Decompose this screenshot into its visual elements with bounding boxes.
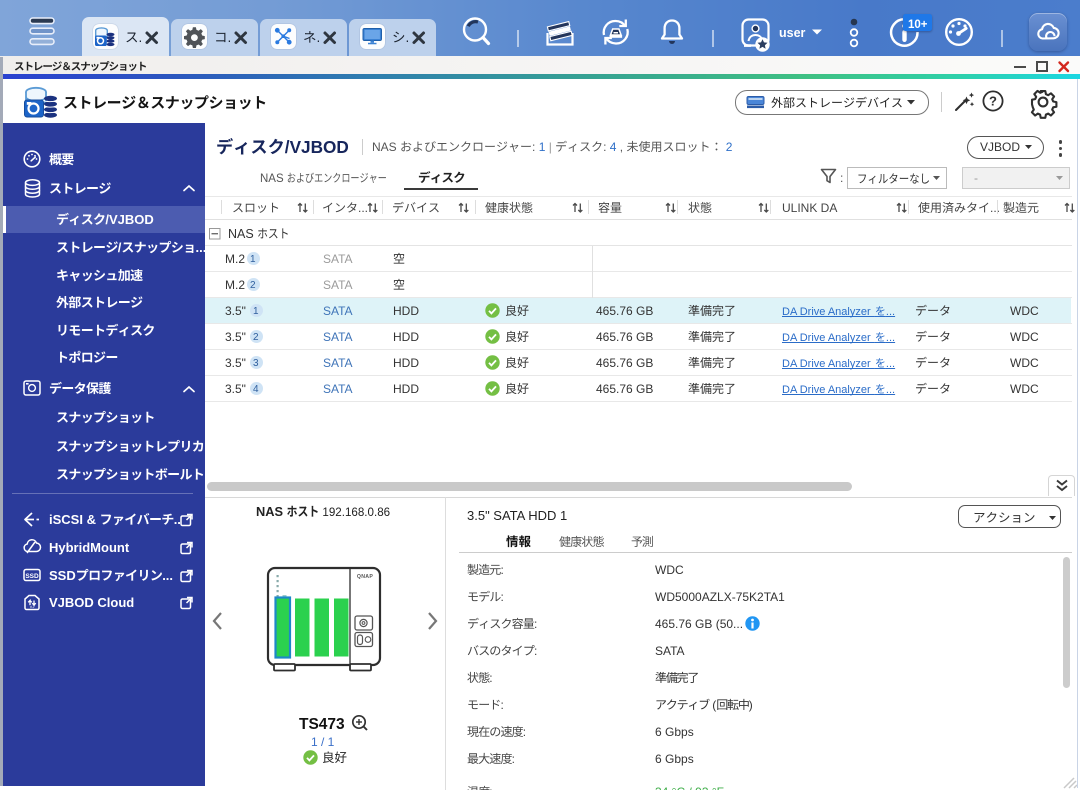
svg-text:SATA: SATA bbox=[323, 356, 353, 370]
svg-text::: : bbox=[523, 725, 526, 739]
svg-text:3.5": 3.5" bbox=[225, 304, 246, 318]
svg-text:NAS: NAS bbox=[260, 173, 284, 185]
svg-text:iSCSI &: iSCSI & bbox=[49, 512, 96, 527]
svg-text:1: 1 bbox=[539, 140, 546, 154]
svg-text:ULINK DA: ULINK DA bbox=[782, 201, 837, 215]
svg-text:NAS: NAS bbox=[372, 140, 397, 154]
svg-text:VJ: VJ bbox=[30, 604, 35, 609]
svg-text:SATA: SATA bbox=[323, 304, 353, 318]
svg-text:3.5": 3.5" bbox=[225, 330, 246, 344]
svg-text:QNAP: QNAP bbox=[357, 574, 373, 580]
svg-text:4: 4 bbox=[610, 140, 617, 154]
svg-text:3.5": 3.5" bbox=[225, 356, 246, 370]
svg-text:?: ? bbox=[989, 94, 997, 109]
svg-text:HybridMount: HybridMount bbox=[49, 540, 130, 555]
svg-text:6 Gbps: 6 Gbps bbox=[655, 752, 694, 766]
svg-text:NAS: NAS bbox=[256, 504, 283, 519]
svg-text:/VJBOD: /VJBOD bbox=[105, 212, 153, 227]
svg-text:34 °C / 93 °F: 34 °C / 93 °F bbox=[655, 785, 724, 790]
svg-text:.: . bbox=[406, 30, 410, 45]
svg-text:...: ... bbox=[162, 568, 173, 583]
svg-text::: : bbox=[534, 644, 537, 658]
svg-text:.: . bbox=[139, 30, 143, 45]
svg-text:1: 1 bbox=[250, 254, 256, 265]
svg-text:2: 2 bbox=[250, 280, 256, 291]
svg-text:465.76 GB: 465.76 GB bbox=[596, 356, 653, 370]
svg-text:HDD: HDD bbox=[393, 382, 419, 396]
svg-text::: : bbox=[603, 140, 606, 154]
svg-text:/: / bbox=[118, 240, 122, 255]
svg-text:.: . bbox=[317, 30, 321, 45]
svg-text:/VJBOD: /VJBOD bbox=[284, 137, 348, 157]
svg-text:NAS: NAS bbox=[228, 227, 254, 241]
svg-text:465.76 GB: 465.76 GB bbox=[596, 382, 653, 396]
svg-text:user: user bbox=[779, 26, 806, 40]
svg-text::: : bbox=[512, 752, 515, 766]
svg-text:465.76 GB: 465.76 GB bbox=[596, 330, 653, 344]
svg-text:10+: 10+ bbox=[908, 19, 928, 31]
svg-text:3.5": 3.5" bbox=[225, 382, 246, 396]
svg-text:1: 1 bbox=[253, 306, 259, 317]
svg-text:SATA: SATA bbox=[323, 252, 353, 266]
svg-text:465.76 GB (50...: 465.76 GB (50... bbox=[655, 617, 743, 631]
svg-text:VJBOD Cloud: VJBOD Cloud bbox=[49, 595, 134, 610]
svg-text:SATA: SATA bbox=[323, 330, 353, 344]
svg-text:2: 2 bbox=[726, 140, 733, 154]
svg-text:SATA: SATA bbox=[323, 382, 353, 396]
svg-text:WDC: WDC bbox=[1010, 382, 1039, 396]
svg-text::: : bbox=[501, 698, 504, 712]
svg-text:...: ... bbox=[990, 201, 1000, 215]
svg-text:TS473: TS473 bbox=[299, 716, 345, 733]
svg-text:HDD: HDD bbox=[393, 330, 419, 344]
svg-text:|: | bbox=[549, 140, 552, 154]
svg-text:.: . bbox=[228, 30, 232, 45]
svg-text:VJBOD: VJBOD bbox=[980, 140, 1020, 154]
svg-text::: : bbox=[489, 785, 492, 790]
svg-text:HDD: HDD bbox=[393, 304, 419, 318]
svg-text:192.168.0.86: 192.168.0.86 bbox=[322, 506, 390, 519]
svg-text:6 Gbps: 6 Gbps bbox=[655, 725, 694, 739]
svg-text:M.2: M.2 bbox=[225, 252, 245, 266]
svg-text:3: 3 bbox=[253, 358, 259, 369]
svg-text:WDC: WDC bbox=[655, 563, 684, 577]
svg-text:(: ( bbox=[712, 698, 716, 712]
svg-text:WDC: WDC bbox=[1010, 304, 1039, 318]
svg-text::: : bbox=[501, 563, 504, 577]
svg-text:): ) bbox=[749, 698, 753, 712]
svg-text:...: ... bbox=[196, 240, 207, 255]
svg-text:SATA: SATA bbox=[655, 644, 685, 658]
svg-text:1 / 1: 1 / 1 bbox=[311, 735, 335, 749]
svg-text:HDD: HDD bbox=[393, 356, 419, 370]
svg-text::: : bbox=[489, 671, 492, 685]
svg-text:SATA: SATA bbox=[323, 278, 353, 292]
svg-text:WD5000AZLX-75K2TA1: WD5000AZLX-75K2TA1 bbox=[655, 590, 785, 604]
svg-text:WDC: WDC bbox=[1010, 330, 1039, 344]
svg-text::: : bbox=[501, 590, 504, 604]
svg-text:4: 4 bbox=[253, 384, 259, 395]
svg-text:SSD: SSD bbox=[49, 568, 76, 583]
svg-text::: : bbox=[840, 171, 843, 185]
svg-text:465.76 GB: 465.76 GB bbox=[596, 304, 653, 318]
svg-text::: : bbox=[532, 140, 535, 154]
svg-text:WDC: WDC bbox=[1010, 356, 1039, 370]
svg-text:M.2: M.2 bbox=[225, 278, 245, 292]
svg-text::: : bbox=[534, 617, 537, 631]
svg-text:3.5" SATA HDD 1: 3.5" SATA HDD 1 bbox=[467, 508, 567, 523]
svg-text:2: 2 bbox=[253, 332, 259, 343]
svg-text:SSD: SSD bbox=[25, 573, 39, 580]
svg-text:-: - bbox=[974, 171, 978, 185]
svg-text:,: , bbox=[620, 140, 623, 154]
